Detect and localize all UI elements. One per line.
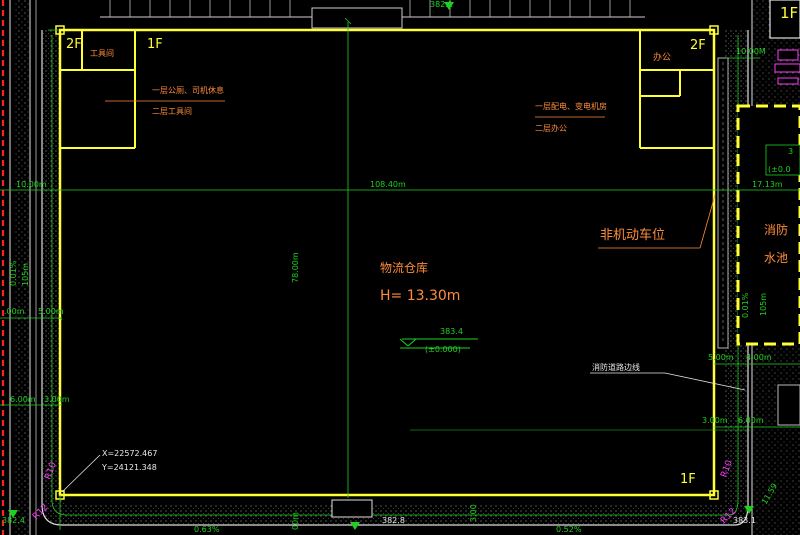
dim-right-4: 4.00m (746, 353, 772, 362)
slope-right-2: 105m (759, 293, 768, 316)
warehouse-height: H= 13.30m (380, 288, 460, 304)
elev-floor-relative: (±0.000) (425, 345, 461, 354)
note-left-2: 二层工具间 (152, 107, 192, 116)
floor-2f-right: 2F (690, 38, 706, 53)
dim-bottom-a: 00m (291, 512, 300, 530)
label-bike-parking: 非机动车位 (600, 227, 665, 243)
top-wall (100, 0, 645, 29)
dim-depth: 78.00m (291, 252, 300, 283)
left-road (1, 0, 37, 535)
dim-right-5: 5.00m (708, 353, 734, 362)
note-right-2: 二层办公 (535, 123, 567, 133)
slope-left-2: 105m (21, 263, 30, 286)
room-office: 办公 (653, 51, 671, 63)
floor-2f-left: 2F (66, 37, 82, 52)
coord-x: X=22572.467 (102, 449, 157, 458)
dim-left-6: 6.00m (10, 395, 36, 404)
warehouse-name: 物流仓库 (380, 260, 428, 275)
right-partial-elev: (±0.0 (768, 165, 791, 174)
floor-1f-left: 1F (147, 37, 163, 52)
dim-right-6: 6.00m (738, 416, 764, 425)
elev-floor: 383.4 (440, 327, 463, 336)
fire-pool-2: 水池 (764, 251, 788, 265)
room-toolroom: 工具间 (90, 49, 114, 58)
elev-bottom-left: 382.4 (2, 516, 25, 525)
slope-bottom-right: 0.52% (556, 525, 582, 534)
right-1f: 1F (780, 4, 798, 22)
label-fire-road: 消防道路边线 (592, 362, 640, 372)
note-right-1: 一层配电、变电机房 (535, 101, 607, 111)
cad-site-plan: 382.1 2F 1F 工具间 办公 2F 一层公厕、司机休息 二层工具间 一层… (0, 0, 800, 535)
coord-y: Y=24121.348 (101, 463, 157, 472)
dim-left-5b: 5.00m (38, 307, 64, 316)
fire-pool-1: 消防 (764, 222, 788, 237)
dim-right-17: 17.13m (752, 180, 783, 189)
elev-top: 382.1 (430, 0, 453, 9)
bike-parking-strip (717, 57, 729, 349)
elev-bottom-right: 383.1 (733, 516, 756, 525)
slope-left-1: 0.01% (9, 260, 18, 286)
right-partial-3: 3 (788, 147, 793, 156)
elev-bottom-mid: 382.8 (382, 516, 405, 525)
bottom-door (331, 499, 373, 518)
dim-bottom-b: 3.00 (469, 504, 478, 522)
dim-left-3: 3.00m (44, 395, 70, 404)
slope-bottom-left: 0.63% (194, 525, 220, 534)
dim-right-10: 10.00M (736, 47, 766, 56)
dim-left-10: 10.00m (16, 180, 47, 189)
dim-right-3: 3.00m (702, 416, 728, 425)
dim-left-5a: .00m (4, 307, 25, 316)
dim-width: 108.40m (370, 180, 406, 189)
floor-1f-bottom: 1F (680, 472, 696, 487)
slope-right-1: 0.01% (741, 292, 750, 318)
note-left-1: 一层公厕、司机休息 (152, 85, 224, 95)
